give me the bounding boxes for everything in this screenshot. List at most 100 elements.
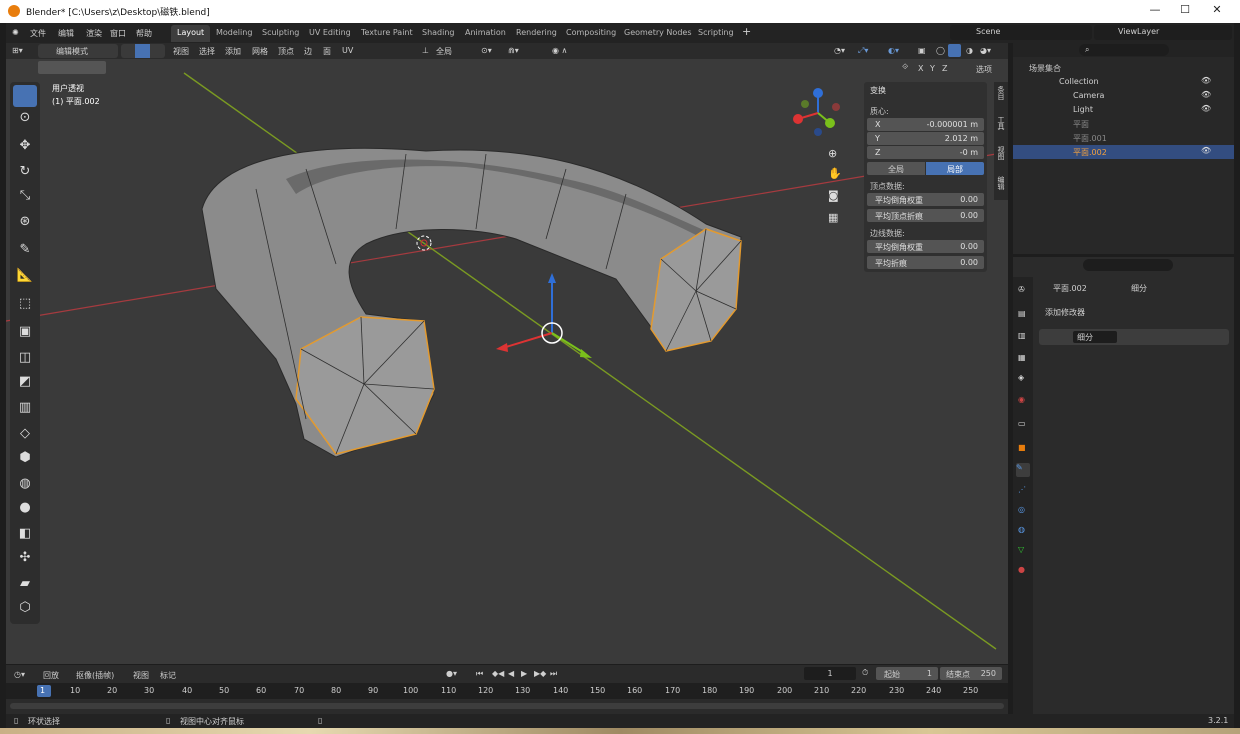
next-keyframe-icon[interactable]: ▶◆	[534, 669, 546, 678]
tab-item[interactable]: 条目	[996, 86, 1006, 100]
poly-build-tool-icon[interactable]: ⬢	[13, 450, 37, 472]
physics-properties-icon[interactable]: ◎	[1018, 505, 1025, 514]
loop-cut-tool-icon[interactable]: ▥	[13, 400, 37, 422]
transform-header[interactable]: 变换	[870, 85, 886, 96]
minimize-icon[interactable]: —	[1148, 3, 1162, 17]
menu-uv[interactable]: UV	[342, 46, 353, 55]
outliner-item-plane-001[interactable]: 平面.001	[1013, 131, 1234, 145]
median-x-field[interactable]: X -0.000001 m	[867, 118, 984, 131]
orientation-icon[interactable]: ⊥	[422, 46, 429, 55]
close-icon[interactable]: ✕	[1210, 3, 1224, 17]
tab-view[interactable]: 视图	[996, 146, 1006, 160]
start-frame-field[interactable]: 起始 1	[876, 667, 938, 680]
menu-add[interactable]: 添加	[225, 46, 241, 57]
end-frame-field[interactable]: 结束点 250	[940, 667, 1002, 680]
keying-menu[interactable]: 抠像(插帧)	[76, 670, 114, 681]
outliner-item-camera[interactable]: Camera 👁	[1013, 89, 1234, 103]
current-frame-field[interactable]: 1	[804, 667, 856, 680]
rotate-tool-icon[interactable]: ↻	[13, 164, 37, 186]
maximize-icon[interactable]: ☐	[1178, 3, 1192, 17]
overlay-icon[interactable]: ◐▾	[888, 46, 899, 55]
navigation-gizmo[interactable]	[792, 87, 844, 139]
tab-rendering[interactable]: Rendering	[510, 25, 563, 42]
move-tool-icon[interactable]: ✥	[13, 138, 37, 160]
scene-properties-icon[interactable]: ◈	[1018, 373, 1024, 382]
menu-edit[interactable]: 编辑	[58, 28, 74, 39]
menu-window[interactable]: 窗口	[110, 28, 126, 39]
mirror-x[interactable]: X	[918, 64, 923, 73]
3d-viewport[interactable]: 用户透视 (1) 平面.002 ⟐ X Y Z 选项 ⊕ ✋ ◙ ▦	[6, 59, 1008, 664]
tab-tool[interactable]: 工具	[996, 116, 1006, 130]
material-properties-icon[interactable]: ●	[1018, 565, 1025, 574]
data-properties-icon[interactable]: ▽	[1018, 545, 1024, 554]
shading-wireframe-icon[interactable]: ◯	[936, 46, 945, 55]
view-layer-selector[interactable]: ViewLayer	[1094, 25, 1232, 40]
edge-crease-field[interactable]: 平均折痕 0.00	[867, 256, 984, 269]
outliner-item-collection[interactable]: Collection 👁	[1013, 75, 1234, 89]
select-box-tool-icon[interactable]	[13, 85, 37, 107]
outliner-item-plane[interactable]: 平面	[1013, 117, 1234, 131]
cursor-tool-icon[interactable]: ⊙	[13, 110, 37, 132]
measure-tool-icon[interactable]: 📐	[13, 268, 37, 290]
outliner-item-plane-002[interactable]: 平面.002 👁	[1013, 145, 1234, 159]
mirror-icon[interactable]: ⟐	[902, 62, 916, 74]
playback-menu[interactable]: 回放	[43, 670, 59, 681]
bevel-tool-icon[interactable]: ◩	[13, 374, 37, 396]
global-toggle[interactable]: 全局	[867, 162, 925, 175]
rip-tool-icon[interactable]: ⬡	[13, 600, 37, 622]
outliner-search-input[interactable]: ⌕	[1079, 44, 1169, 56]
scene-selector[interactable]: Scene	[950, 25, 1092, 40]
tool-properties-icon[interactable]: ✇	[1018, 285, 1025, 294]
edge-bevel-weight-field[interactable]: 平均倒角权重 0.00	[867, 240, 984, 253]
options-button[interactable]: 选项	[976, 64, 992, 75]
select-mode-group[interactable]	[121, 44, 165, 58]
local-toggle[interactable]: 局部	[926, 162, 984, 175]
play-icon[interactable]: ▶	[521, 669, 527, 678]
median-z-field[interactable]: Z -0 m	[867, 146, 984, 159]
object-properties-icon[interactable]: ■	[1018, 443, 1026, 452]
extrude-tool-icon[interactable]: ▣	[13, 324, 37, 346]
outliner-item-light[interactable]: Light 👁	[1013, 103, 1234, 117]
jump-start-icon[interactable]: ⏮	[476, 669, 483, 679]
modifier-properties-icon[interactable]: ✎	[1016, 463, 1030, 477]
world-properties-icon[interactable]: ◉	[1018, 395, 1025, 404]
tab-layout[interactable]: Layout	[171, 25, 211, 42]
add-modifier-dropdown[interactable]: 添加修改器	[1039, 305, 1229, 319]
properties-search-input[interactable]	[1083, 259, 1173, 271]
grid-toggle-icon[interactable]: ▦	[828, 211, 838, 224]
tab-texture-paint[interactable]: Texture Paint	[355, 25, 419, 42]
scale-tool-icon[interactable]: ⤡	[13, 188, 37, 210]
menu-face[interactable]: 面	[323, 46, 331, 57]
timeline-view-menu[interactable]: 视图	[133, 670, 149, 681]
vertex-bevel-weight-field[interactable]: 平均倒角权重 0.00	[867, 193, 984, 206]
selection-mode-buttons[interactable]	[38, 61, 106, 74]
zoom-icon[interactable]: ⊕	[828, 147, 837, 160]
editor-type-icon[interactable]: ⊞▾	[12, 46, 23, 55]
prev-keyframe-icon[interactable]: ◆◀	[492, 669, 504, 678]
jump-end-icon[interactable]: ⏭	[550, 669, 557, 679]
shading-rendered-icon[interactable]: ◕▾	[980, 46, 991, 55]
vertex-crease-field[interactable]: 平均顶点折痕 0.00	[867, 209, 984, 222]
shading-material-icon[interactable]: ◑	[966, 46, 973, 55]
tab-animation[interactable]: Animation	[459, 25, 512, 42]
particles-properties-icon[interactable]: ⋰	[1018, 485, 1026, 494]
timeline-scrollbar[interactable]	[10, 703, 1004, 709]
gizmo-icon[interactable]: ⤢▾	[858, 46, 868, 56]
collection-properties-icon[interactable]: ▭	[1018, 419, 1026, 428]
xray-icon[interactable]: ▣	[918, 46, 926, 55]
constraints-properties-icon[interactable]: ◍	[1018, 525, 1025, 534]
tab-geometry-nodes[interactable]: Geometry Nodes	[618, 25, 697, 42]
menu-render[interactable]: 渲染	[86, 28, 102, 39]
menu-file[interactable]: 文件	[30, 28, 46, 39]
shrink-fatten-tool-icon[interactable]: ✣	[13, 550, 37, 572]
pan-icon[interactable]: ✋	[828, 167, 842, 180]
tab-compositing[interactable]: Compositing	[560, 25, 622, 42]
annotate-tool-icon[interactable]: ✎	[13, 242, 37, 264]
menu-edge[interactable]: 边	[304, 46, 312, 57]
camera-view-icon[interactable]: ◙	[828, 189, 839, 202]
proportional-edit-icon[interactable]: ◉ ∧	[552, 46, 567, 55]
knife-tool-icon[interactable]: ◇	[13, 426, 37, 448]
shading-solid-icon[interactable]	[948, 44, 961, 57]
mode-selector[interactable]: 编辑模式	[38, 44, 118, 58]
edge-slide-tool-icon[interactable]: ◧	[13, 526, 37, 548]
